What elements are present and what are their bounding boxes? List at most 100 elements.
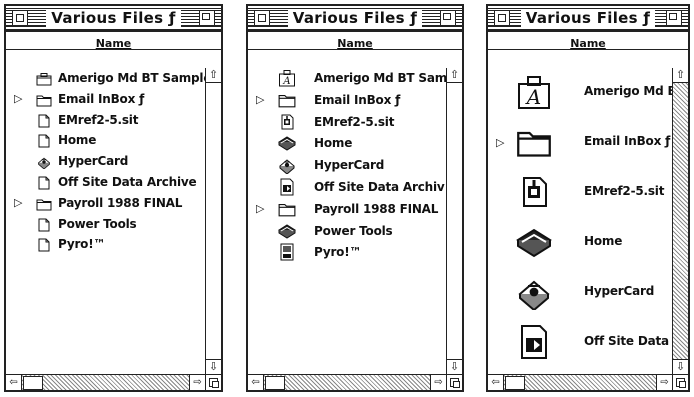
file-row[interactable]: Power Tools (6, 214, 205, 234)
zoom-box[interactable] (666, 10, 682, 26)
file-name-label: Payroll 1988 FINAL (314, 201, 439, 216)
horizontal-scrollbar[interactable]: ⇦ ⇨ (488, 374, 672, 390)
archive-document-icon[interactable] (516, 324, 552, 360)
file-row[interactable]: HyperCard (248, 155, 446, 175)
svg-text:A: A (525, 85, 541, 109)
hypercard-stack-icon[interactable] (278, 222, 296, 240)
folder-icon[interactable] (36, 92, 52, 107)
control-panel-icon[interactable] (278, 243, 296, 261)
file-row[interactable]: Home (6, 130, 205, 150)
vertical-scrollbar[interactable]: ⇧ ⇩ (446, 68, 462, 374)
scroll-right-arrow-icon[interactable]: ⇨ (430, 375, 446, 390)
file-row[interactable]: ▷ Payroll 1988 FINAL (6, 193, 205, 213)
document-icon[interactable] (36, 217, 52, 232)
file-row[interactable]: Off Site Data Archive (6, 172, 205, 192)
file-row[interactable]: ▷ Email InBox ƒ (248, 90, 446, 110)
file-row[interactable]: Off Site Data A (488, 318, 672, 368)
disclosure-triangle-icon[interactable]: ▷ (256, 90, 264, 110)
scroll-left-arrow-icon[interactable]: ⇦ (6, 375, 22, 390)
file-row[interactable]: Home (248, 133, 446, 153)
document-icon[interactable] (36, 237, 52, 252)
grow-box-icon[interactable] (446, 374, 462, 390)
horizontal-scrollbar[interactable]: ⇦ ⇨ (6, 374, 205, 390)
file-row[interactable]: Amerigo Md BT Sample (6, 68, 205, 88)
stuffit-archive-icon[interactable] (516, 174, 552, 210)
close-box[interactable] (12, 10, 28, 26)
hypercard-app-icon[interactable] (278, 156, 296, 175)
folder-icon[interactable] (278, 200, 296, 218)
font-suitcase-icon[interactable]: A (516, 74, 552, 110)
vertical-scrollbar[interactable]: ⇧ ⇩ (672, 68, 688, 374)
scroll-thumb[interactable] (23, 376, 43, 390)
scroll-left-arrow-icon[interactable]: ⇦ (488, 375, 504, 390)
scroll-track[interactable] (447, 83, 462, 359)
grow-box-icon[interactable] (205, 374, 221, 390)
file-row[interactable]: Home (488, 218, 672, 268)
file-name-label: HyperCard (314, 158, 385, 173)
file-name-label: EMref2-5.sit (584, 184, 665, 198)
disclosure-triangle-icon[interactable]: ▷ (256, 199, 264, 219)
document-icon[interactable] (36, 133, 52, 148)
scroll-track[interactable] (206, 83, 221, 359)
scroll-left-arrow-icon[interactable]: ⇦ (248, 375, 264, 390)
scroll-down-arrow-icon[interactable]: ⇩ (673, 359, 688, 374)
file-row[interactable]: A Amerigo Md BT (488, 68, 672, 118)
file-row[interactable]: Pyro!™ (248, 242, 446, 262)
title-bar[interactable]: Various Files ƒ (248, 6, 462, 32)
file-row[interactable]: ▷ Email InBox ƒ (6, 89, 205, 109)
grow-box-icon[interactable] (672, 374, 688, 390)
file-row[interactable]: HyperCard (6, 151, 205, 171)
file-row[interactable]: ▷ Email InBox ƒ (488, 118, 672, 168)
hypercard-stack-icon[interactable] (516, 224, 552, 260)
scroll-up-arrow-icon[interactable]: ⇧ (673, 68, 688, 83)
scroll-right-arrow-icon[interactable]: ⇨ (189, 375, 205, 390)
column-header-name[interactable]: Name (6, 32, 221, 50)
file-row[interactable]: EMref2-5.sit (248, 112, 446, 132)
archive-document-icon[interactable] (278, 178, 296, 196)
disclosure-triangle-icon[interactable]: ▷ (496, 133, 504, 153)
horizontal-scrollbar[interactable]: ⇦ ⇨ (248, 374, 446, 390)
file-row[interactable]: HyperCard (488, 268, 672, 318)
hypercard-stack-icon[interactable] (278, 134, 296, 152)
column-header-name[interactable]: Name (248, 32, 462, 50)
file-row[interactable]: EMref2-5.sit (488, 168, 672, 218)
vertical-scrollbar[interactable]: ⇧ ⇩ (205, 68, 221, 374)
disclosure-triangle-icon[interactable]: ▷ (14, 89, 22, 109)
title-bar[interactable]: Various Files ƒ (488, 6, 688, 32)
file-list: Amerigo Md BT Sample ▷ Email InBox ƒ EMref2… (6, 68, 205, 374)
font-suitcase-icon[interactable]: A (278, 69, 296, 87)
folder-icon[interactable] (36, 196, 52, 211)
close-box[interactable] (494, 10, 510, 26)
svg-text:A: A (282, 76, 290, 87)
scroll-down-arrow-icon[interactable]: ⇩ (447, 359, 462, 374)
disclosure-triangle-icon[interactable]: ▷ (14, 193, 22, 213)
file-name-label: Email InBox ƒ (58, 91, 145, 106)
close-box[interactable] (254, 10, 270, 26)
file-row[interactable]: EMref2-5.sit (6, 110, 205, 130)
document-icon[interactable] (36, 175, 52, 190)
folder-icon[interactable] (516, 124, 552, 160)
file-row[interactable]: A Amerigo Md BT Sam (248, 68, 446, 88)
hypercard-app-icon[interactable] (516, 274, 552, 312)
hypercard-app-icon[interactable] (36, 154, 52, 170)
scroll-thumb[interactable] (265, 376, 285, 390)
scroll-track[interactable] (673, 83, 688, 359)
file-row[interactable]: Off Site Data Archiv (248, 177, 446, 197)
scroll-thumb[interactable] (505, 376, 525, 390)
title-bar[interactable]: Various Files ƒ (6, 6, 221, 32)
column-header-name[interactable]: Name (488, 32, 688, 50)
document-icon[interactable] (36, 113, 52, 128)
scroll-right-arrow-icon[interactable]: ⇨ (656, 375, 672, 390)
stuffit-archive-icon[interactable] (278, 113, 296, 131)
zoom-box[interactable] (199, 10, 215, 26)
scroll-up-arrow-icon[interactable]: ⇧ (447, 68, 462, 83)
file-name-label: Amerigo Md BT Sample (58, 71, 205, 85)
file-row[interactable]: ▷ Payroll 1988 FINAL (248, 199, 446, 219)
scroll-down-arrow-icon[interactable]: ⇩ (206, 359, 221, 374)
suitcase-icon[interactable] (36, 71, 52, 86)
file-row[interactable]: Pyro!™ (6, 234, 205, 254)
folder-icon[interactable] (278, 91, 296, 109)
scroll-up-arrow-icon[interactable]: ⇧ (206, 68, 221, 83)
file-row[interactable]: Power Tools (248, 221, 446, 241)
zoom-box[interactable] (440, 10, 456, 26)
